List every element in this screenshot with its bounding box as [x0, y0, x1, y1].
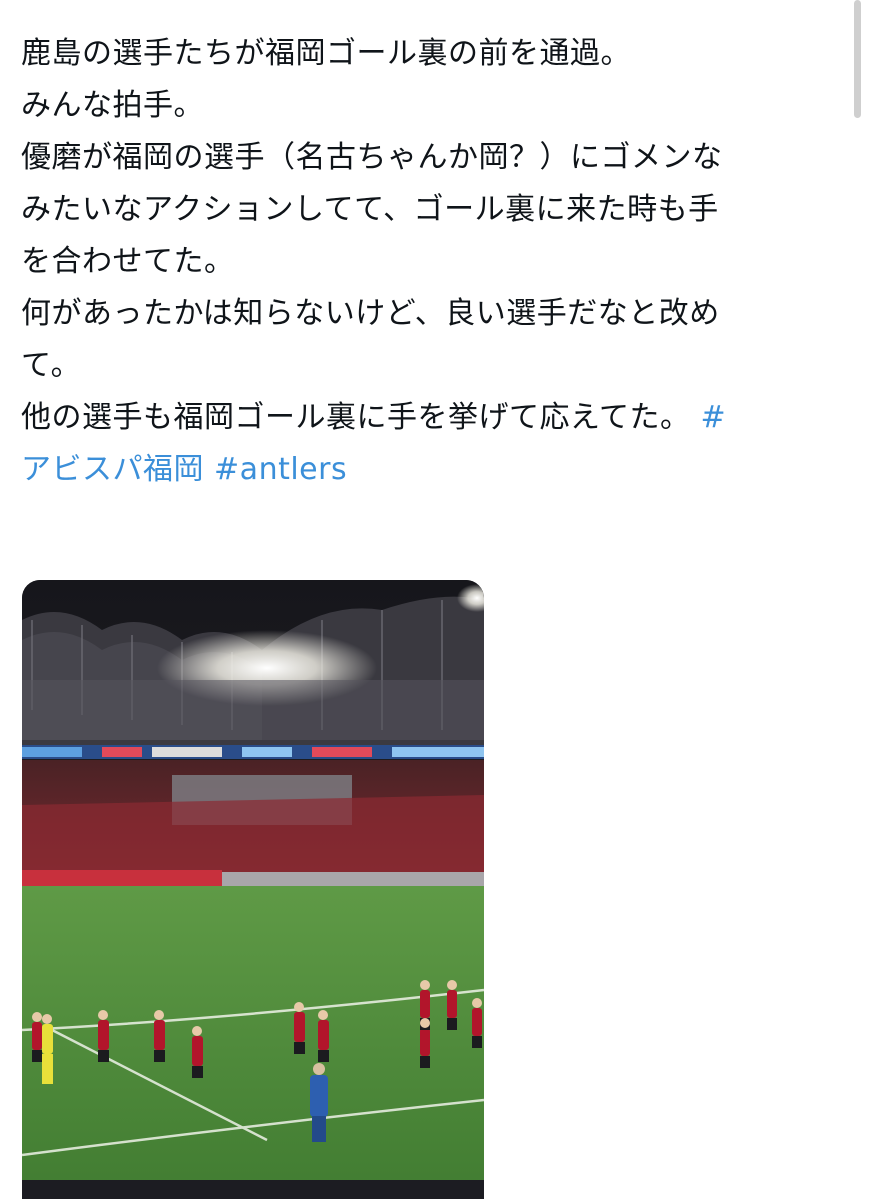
tweet-line-2: みんな拍手。 — [21, 88, 204, 123]
tweet-line-9: アビスパ福岡 #antlers — [21, 444, 841, 496]
tweet-line-1: 鹿島の選手たちが福岡ゴール裏の前を通過。 — [21, 36, 631, 71]
tweet-line-6: 何があったかは知らないけど、良い選手だなと改め — [21, 296, 720, 331]
tweet-line-8-text: 他の選手も福岡ゴール裏に手を挙げて応えてた。 — [21, 400, 691, 435]
foreground-stand — [22, 1180, 484, 1199]
scroll-indicator[interactable] — [854, 0, 861, 118]
hashtag-antlers[interactable]: #antlers — [214, 452, 347, 487]
upper-stand — [22, 680, 484, 746]
stadium-photo — [22, 580, 484, 1199]
tweet-line-3: 優磨が福岡の選手（名古ちゃんか岡？）にゴメンな — [21, 140, 723, 175]
tweet-detail-view: 鹿島の選手たちが福岡ゴール裏の前を通過。 みんな拍手。 優磨が福岡の選手（名古ち… — [0, 0, 870, 1199]
tweet-line-7: て。 — [21, 348, 82, 383]
tweet-text: 鹿島の選手たちが福岡ゴール裏の前を通過。 みんな拍手。 優磨が福岡の選手（名古ち… — [21, 28, 841, 496]
ad-board-right — [222, 872, 484, 886]
tweet-line-4: みたいなアクションしてて、ゴール裏に来た時も手 — [21, 192, 719, 227]
crowd-front — [22, 795, 484, 880]
hashtag-avispa-fukuoka[interactable]: アビスパ福岡 — [21, 452, 204, 487]
ad-board-left — [22, 870, 222, 886]
tweet-line-8: 他の選手も福岡ゴール裏に手を挙げて応えてた。 # — [21, 392, 841, 444]
tweet-line-5: を合わせてた。 — [21, 244, 235, 279]
tweet-media-photo[interactable] — [22, 580, 484, 1199]
pitch — [22, 886, 484, 1199]
goalkeeper — [42, 1014, 53, 1084]
hashtag-avispa-prefix[interactable]: # — [701, 400, 727, 435]
